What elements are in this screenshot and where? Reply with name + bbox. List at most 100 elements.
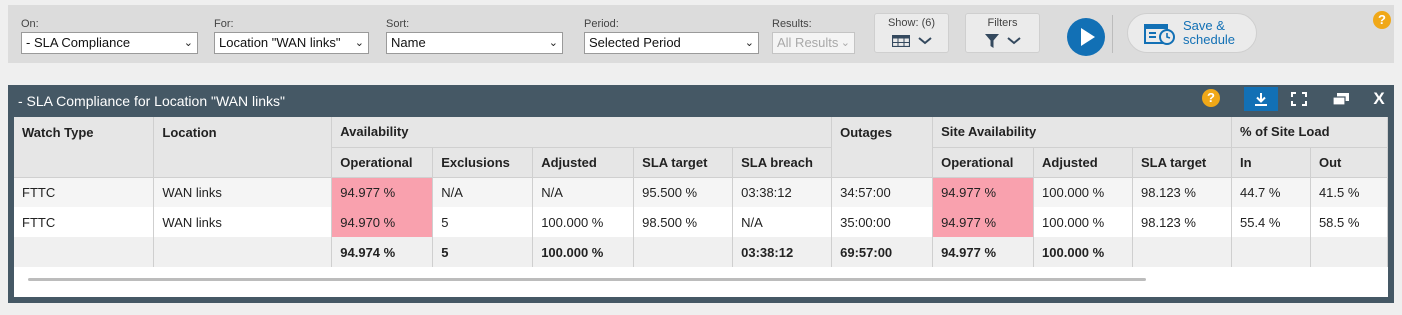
sort-select[interactable]: Name ⌄ bbox=[386, 32, 563, 54]
header-load-in[interactable]: In bbox=[1231, 147, 1311, 178]
show-label: Show: (6) bbox=[887, 17, 936, 29]
cell-sa-adjusted: 100.000 % bbox=[1033, 177, 1134, 207]
table-row: FTTC WAN links 94.977 % N/A N/A 95.500 %… bbox=[14, 177, 1388, 207]
chevron-down-icon: ⌄ bbox=[183, 37, 193, 49]
for-select-value: Location "WAN links" bbox=[219, 35, 341, 50]
panel-help-icon[interactable]: ? bbox=[1202, 89, 1220, 107]
header-sa-adjusted[interactable]: Adjusted bbox=[1033, 147, 1134, 178]
header-av-exclusions[interactable]: Exclusions bbox=[432, 147, 534, 178]
header-av-operational[interactable]: Operational bbox=[331, 147, 434, 178]
panel-title: - SLA Compliance for Location "WAN links… bbox=[18, 93, 285, 109]
chevron-down-icon: ⌄ bbox=[744, 37, 754, 49]
total-sa-adjusted: 100.000 % bbox=[1033, 237, 1134, 267]
header-av-adjusted[interactable]: Adjusted bbox=[532, 147, 635, 178]
cell-empty bbox=[1231, 237, 1311, 267]
run-report-button[interactable] bbox=[1067, 18, 1105, 56]
total-av-adjusted: 100.000 % bbox=[532, 237, 635, 267]
cell-av-sla-target: 98.500 % bbox=[633, 207, 734, 237]
report-panel: - SLA Compliance for Location "WAN links… bbox=[8, 85, 1394, 303]
show-columns-button[interactable]: Show: (6) bbox=[874, 13, 949, 53]
header-sa-operational[interactable]: Operational bbox=[932, 147, 1035, 178]
cell-av-sla-breach: 03:38:12 bbox=[732, 177, 833, 207]
results-select-value: All Results bbox=[777, 35, 839, 50]
total-av-exclusions: 5 bbox=[432, 237, 534, 267]
period-label: Period: bbox=[584, 18, 619, 30]
windows-icon bbox=[1332, 93, 1349, 106]
cell-location: WAN links bbox=[153, 207, 333, 237]
filters-button[interactable]: Filters bbox=[965, 13, 1040, 53]
header-av-sla-breach[interactable]: SLA breach bbox=[732, 147, 833, 178]
cell-location: WAN links bbox=[153, 177, 333, 207]
on-select-value: - SLA Compliance bbox=[26, 35, 131, 50]
on-field: On: - SLA Compliance ⌄ bbox=[21, 16, 198, 54]
on-select[interactable]: - SLA Compliance ⌄ bbox=[21, 32, 198, 54]
header-availability: Availability bbox=[331, 117, 833, 148]
results-field: Results: All Results ⌄ bbox=[772, 16, 855, 54]
toolbar-divider bbox=[1112, 15, 1113, 53]
total-outages: 69:57:00 bbox=[831, 237, 934, 267]
sla-compliance-table: Watch Type Location Availability Outages… bbox=[14, 117, 1388, 267]
sort-field: Sort: Name ⌄ bbox=[386, 16, 563, 54]
total-av-sla-breach: 03:38:12 bbox=[732, 237, 833, 267]
header-watch-type[interactable]: Watch Type bbox=[14, 117, 155, 178]
chevron-down-icon: ⌄ bbox=[840, 37, 850, 49]
header-site-availability: Site Availability bbox=[932, 117, 1232, 148]
sla-table-container: Watch Type Location Availability Outages… bbox=[14, 117, 1388, 297]
fullscreen-icon bbox=[1291, 92, 1307, 106]
cell-empty bbox=[153, 237, 333, 267]
cell-empty bbox=[1132, 237, 1232, 267]
total-av-operational: 94.974 % bbox=[331, 237, 434, 267]
cell-outages: 34:57:00 bbox=[831, 177, 934, 207]
cell-empty bbox=[14, 237, 155, 267]
chevron-down-icon: ⌄ bbox=[354, 37, 364, 49]
help-icon[interactable]: ? bbox=[1373, 11, 1391, 29]
cell-av-adjusted: N/A bbox=[532, 177, 635, 207]
cell-empty bbox=[1310, 237, 1388, 267]
header-sa-sla-target[interactable]: SLA target bbox=[1132, 147, 1232, 178]
totals-row: 94.974 % 5 100.000 % 03:38:12 69:57:00 9… bbox=[14, 237, 1388, 267]
period-select-value: Selected Period bbox=[589, 35, 681, 50]
results-select[interactable]: All Results ⌄ bbox=[772, 32, 855, 54]
save-schedule-label: Save & schedule bbox=[1183, 18, 1236, 47]
for-label: For: bbox=[214, 18, 234, 30]
report-toolbar: On: - SLA Compliance ⌄ For: Location "WA… bbox=[8, 5, 1394, 63]
cell-sa-adjusted: 100.000 % bbox=[1033, 207, 1134, 237]
header-location[interactable]: Location bbox=[153, 117, 333, 178]
cell-sa-operational: 94.977 % bbox=[932, 207, 1035, 237]
cell-load-out: 41.5 % bbox=[1310, 177, 1388, 207]
horizontal-scrollbar[interactable] bbox=[28, 278, 1146, 281]
sort-select-value: Name bbox=[391, 35, 426, 50]
download-icon bbox=[1255, 93, 1267, 106]
chevron-down-icon bbox=[1006, 37, 1021, 45]
results-label: Results: bbox=[772, 18, 812, 30]
total-sa-operational: 94.977 % bbox=[932, 237, 1035, 267]
cell-load-in: 44.7 % bbox=[1231, 177, 1311, 207]
cell-av-adjusted: 100.000 % bbox=[532, 207, 635, 237]
header-outages[interactable]: Outages bbox=[831, 117, 934, 178]
for-select[interactable]: Location "WAN links" ⌄ bbox=[214, 32, 369, 54]
close-button[interactable]: X bbox=[1362, 87, 1396, 111]
header-load-out[interactable]: Out bbox=[1310, 147, 1388, 178]
cell-av-operational: 94.970 % bbox=[331, 207, 434, 237]
popout-button[interactable] bbox=[1324, 87, 1358, 111]
on-label: On: bbox=[21, 18, 39, 30]
filters-label: Filters bbox=[987, 17, 1018, 29]
period-select[interactable]: Selected Period ⌄ bbox=[584, 32, 759, 54]
cell-watch-type: FTTC bbox=[14, 177, 155, 207]
cell-sa-operational: 94.977 % bbox=[932, 177, 1035, 207]
cell-outages: 35:00:00 bbox=[831, 207, 934, 237]
fullscreen-button[interactable] bbox=[1282, 87, 1316, 111]
save-schedule-button[interactable]: Save & schedule bbox=[1127, 13, 1257, 53]
for-field: For: Location "WAN links" ⌄ bbox=[214, 16, 369, 54]
cell-load-in: 55.4 % bbox=[1231, 207, 1311, 237]
cell-empty bbox=[633, 237, 734, 267]
header-av-sla-target[interactable]: SLA target bbox=[633, 147, 734, 178]
cell-av-operational: 94.977 % bbox=[331, 177, 434, 207]
play-icon bbox=[1081, 28, 1095, 46]
cell-load-out: 58.5 % bbox=[1310, 207, 1388, 237]
cell-watch-type: FTTC bbox=[14, 207, 155, 237]
funnel-icon bbox=[984, 34, 999, 48]
sort-label: Sort: bbox=[386, 18, 410, 30]
download-button[interactable] bbox=[1244, 87, 1278, 111]
cell-sa-sla-target: 98.123 % bbox=[1132, 177, 1232, 207]
